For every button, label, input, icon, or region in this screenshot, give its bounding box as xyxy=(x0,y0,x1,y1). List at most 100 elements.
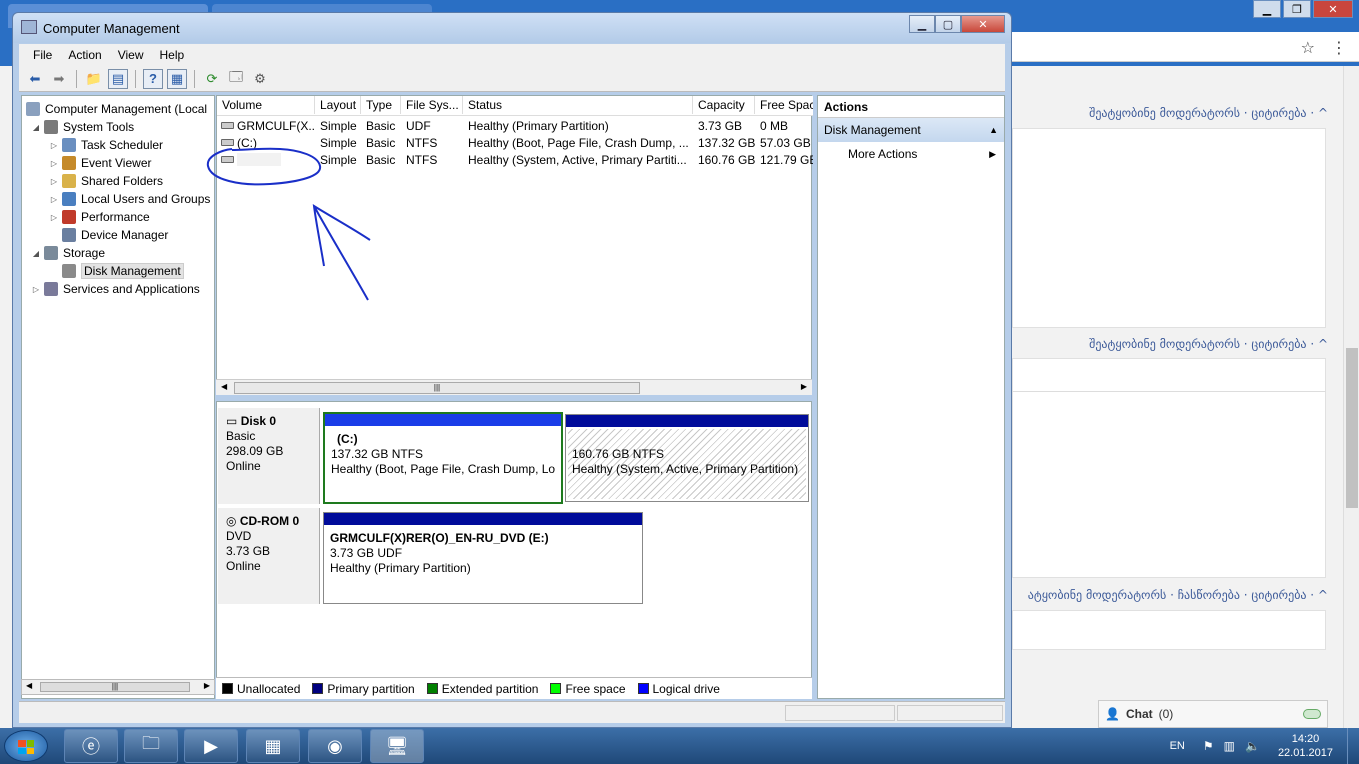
properties-icon[interactable]: 🗔 xyxy=(226,69,246,89)
tree-expander-icon[interactable]: ▷ xyxy=(48,213,60,222)
submenu-arrow-icon: ▶ xyxy=(989,149,996,159)
windows-logo-icon xyxy=(18,740,34,754)
close-icon[interactable]: ✕ xyxy=(1313,0,1353,18)
tree-expander-icon[interactable]: ▷ xyxy=(30,285,42,294)
tree-item[interactable]: Disk Management xyxy=(48,262,184,280)
forward-arrow-icon[interactable]: ➡ xyxy=(49,69,69,89)
tree-expander-icon[interactable]: ◢ xyxy=(30,249,42,258)
tree-expander-icon[interactable]: ▷ xyxy=(48,177,60,186)
start-button[interactable] xyxy=(4,730,48,762)
column-capacity[interactable]: Capacity xyxy=(693,96,755,114)
show-hide-tree-icon[interactable]: ▤ xyxy=(108,68,128,89)
clock[interactable]: 14:20 22.01.2017 xyxy=(1278,732,1333,760)
close-button[interactable]: ✕ xyxy=(961,15,1005,33)
tree-item[interactable]: ▷ Task Scheduler xyxy=(48,136,163,154)
tree-item[interactable]: Device Manager xyxy=(48,226,168,244)
column-layout[interactable]: Layout xyxy=(315,96,361,114)
title-bar[interactable]: Computer Management ▁ ▢ ✕ xyxy=(13,13,1011,43)
volume-list-scrollbar[interactable]: ◀ ||| ▶ xyxy=(216,379,812,395)
tree-expander-icon[interactable]: ▷ xyxy=(48,195,60,204)
help-icon[interactable]: ? xyxy=(143,68,163,89)
post-actions-3[interactable]: ატყობინე მოდერატორს · ჩასწორება · ციტირე… xyxy=(1012,588,1328,602)
partition-dvd[interactable]: GRMCULF(X)RER(O)_EN-RU_DVD (E:) 3.73 GB … xyxy=(323,512,643,604)
tree-expander-icon[interactable]: ▷ xyxy=(48,141,60,150)
tree-item[interactable]: ▷ Services and Applications xyxy=(30,280,200,298)
table-row[interactable]: Simple Basic NTFS Healthy (System, Active, … xyxy=(217,151,813,168)
control-panel-icon[interactable]: ▦ xyxy=(246,729,300,763)
language-indicator[interactable]: EN xyxy=(1170,740,1185,752)
clock-date: 22.01.2017 xyxy=(1277,747,1333,759)
navigation-tree: Computer Management (Local ◢ System Tools… xyxy=(21,95,215,699)
actions-section-disk-management[interactable]: Disk Management ▲ xyxy=(818,118,1004,142)
post-actions-1[interactable]: შეატყობინე მოდერატორს · ციტირება · ^ xyxy=(1012,106,1328,120)
disk-0-info[interactable]: ▭ Disk 0 Basic 298.09 GB Online xyxy=(218,408,320,504)
chat-widget[interactable]: 👤 Chat (0) xyxy=(1098,700,1328,728)
more-actions-item[interactable]: More Actions ▶ xyxy=(818,142,1004,166)
tree-item[interactable]: ◢ Storage xyxy=(30,244,105,262)
toolbar-separator xyxy=(135,69,136,88)
scrollbar-thumb[interactable] xyxy=(1346,348,1358,508)
column-free-space[interactable]: Free Spac xyxy=(755,96,813,114)
menu-view[interactable]: View xyxy=(110,48,152,62)
scroll-left-icon[interactable]: ◀ xyxy=(26,681,32,690)
bookmark-star-icon[interactable]: ☆ xyxy=(1301,38,1315,58)
tree-expander-icon[interactable]: ▷ xyxy=(48,159,60,168)
scroll-left-icon[interactable]: ◀ xyxy=(221,382,227,391)
scrollbar-thumb[interactable]: ||| xyxy=(40,682,190,692)
scroll-right-icon[interactable]: ▶ xyxy=(204,681,210,690)
minimize-icon[interactable]: ▁ xyxy=(1253,0,1281,18)
tree-item[interactable]: ▷ Performance xyxy=(48,208,150,226)
minimize-button[interactable]: ▁ xyxy=(909,15,935,33)
scrollbar-thumb[interactable]: ||| xyxy=(234,382,640,394)
chat-toggle[interactable] xyxy=(1303,709,1321,719)
menu-dots-icon[interactable]: ⋮ xyxy=(1331,38,1347,58)
show-desktop-button[interactable] xyxy=(1347,728,1359,764)
partition-status: Healthy (Boot, Page File, Crash Dump, Lo xyxy=(331,462,556,476)
chrome-icon[interactable]: ◉ xyxy=(308,729,362,763)
restore-icon[interactable]: ❐ xyxy=(1283,0,1311,18)
tree-item-label: Task Scheduler xyxy=(81,138,164,152)
tree-horizontal-scrollbar[interactable]: ◀ ||| ▶ xyxy=(21,679,215,695)
partition-c[interactable]: (C:) 137.32 GB NTFS Healthy (Boot, Page … xyxy=(323,412,563,504)
network-icon[interactable]: ▥ xyxy=(1224,739,1235,753)
menu-action[interactable]: Action xyxy=(60,48,109,62)
column-type[interactable]: Type xyxy=(361,96,401,114)
legend-swatch xyxy=(426,683,438,694)
menu-file[interactable]: File xyxy=(25,48,60,62)
table-cell: Healthy (Boot, Page File, Crash Dump, ..… xyxy=(468,136,689,150)
tree-expander-icon[interactable]: ◢ xyxy=(30,123,42,132)
tree-item[interactable]: ▷ Local Users and Groups xyxy=(48,190,210,208)
volume-icon[interactable]: 🔈 xyxy=(1245,739,1260,753)
column-filesystem[interactable]: File Sys... xyxy=(401,96,463,114)
internet-explorer-icon[interactable]: ⓔ xyxy=(64,729,118,763)
maximize-button[interactable]: ▢ xyxy=(935,15,961,33)
column-volume[interactable]: Volume xyxy=(217,96,315,114)
tree-item[interactable]: ◢ System Tools xyxy=(30,118,134,136)
back-arrow-icon[interactable]: ⬅ xyxy=(25,69,45,89)
up-folder-icon[interactable]: 📁 xyxy=(84,69,104,89)
column-status[interactable]: Status xyxy=(463,96,693,114)
table-row[interactable]: GRMCULF(X... Simple Basic UDF Healthy (Prima… xyxy=(217,117,813,134)
partition-status: Healthy (System, Active, Primary Partiti… xyxy=(572,462,799,476)
computer-management-taskbar-icon[interactable]: 🖥 xyxy=(370,729,424,763)
browser-scrollbar[interactable] xyxy=(1343,66,1359,728)
file-explorer-icon[interactable]: 🗀 xyxy=(124,729,178,763)
scroll-right-icon[interactable]: ▶ xyxy=(801,382,807,391)
menu-bar: File Action View Help xyxy=(19,44,1005,66)
tree-item[interactable]: ▷ Shared Folders xyxy=(48,172,163,190)
table-row[interactable]: (C:) Simple Basic NTFS Healthy (Boot, Page F… xyxy=(217,134,813,151)
collapse-up-icon[interactable]: ▲ xyxy=(989,118,998,142)
media-player-icon[interactable]: ▶ xyxy=(184,729,238,763)
tree-item[interactable]: ▷ Event Viewer xyxy=(48,154,151,172)
action-center-flag-icon[interactable]: ⚑ xyxy=(1203,739,1214,753)
settings-icon[interactable]: ⚙ xyxy=(250,69,270,89)
cdrom-0-info[interactable]: ◎ CD-ROM 0 DVD 3.73 GB Online xyxy=(218,508,320,604)
partition-label: GRMCULF(X)RER(O)_EN-RU_DVD (E:) xyxy=(330,531,549,545)
refresh-icon[interactable]: ⟳ xyxy=(202,69,222,89)
post-actions-2[interactable]: შეატყობინე მოდერატორს · ციტირება · ^ xyxy=(1012,337,1328,351)
tree-root[interactable]: Computer Management (Local xyxy=(24,100,207,118)
menu-help[interactable]: Help xyxy=(152,48,193,62)
partition-system-reserved[interactable]: 160.76 GB NTFS Healthy (System, Active, … xyxy=(565,414,809,502)
action-pane-icon[interactable]: ▦ xyxy=(167,68,187,89)
tree-node-icon xyxy=(44,246,58,260)
